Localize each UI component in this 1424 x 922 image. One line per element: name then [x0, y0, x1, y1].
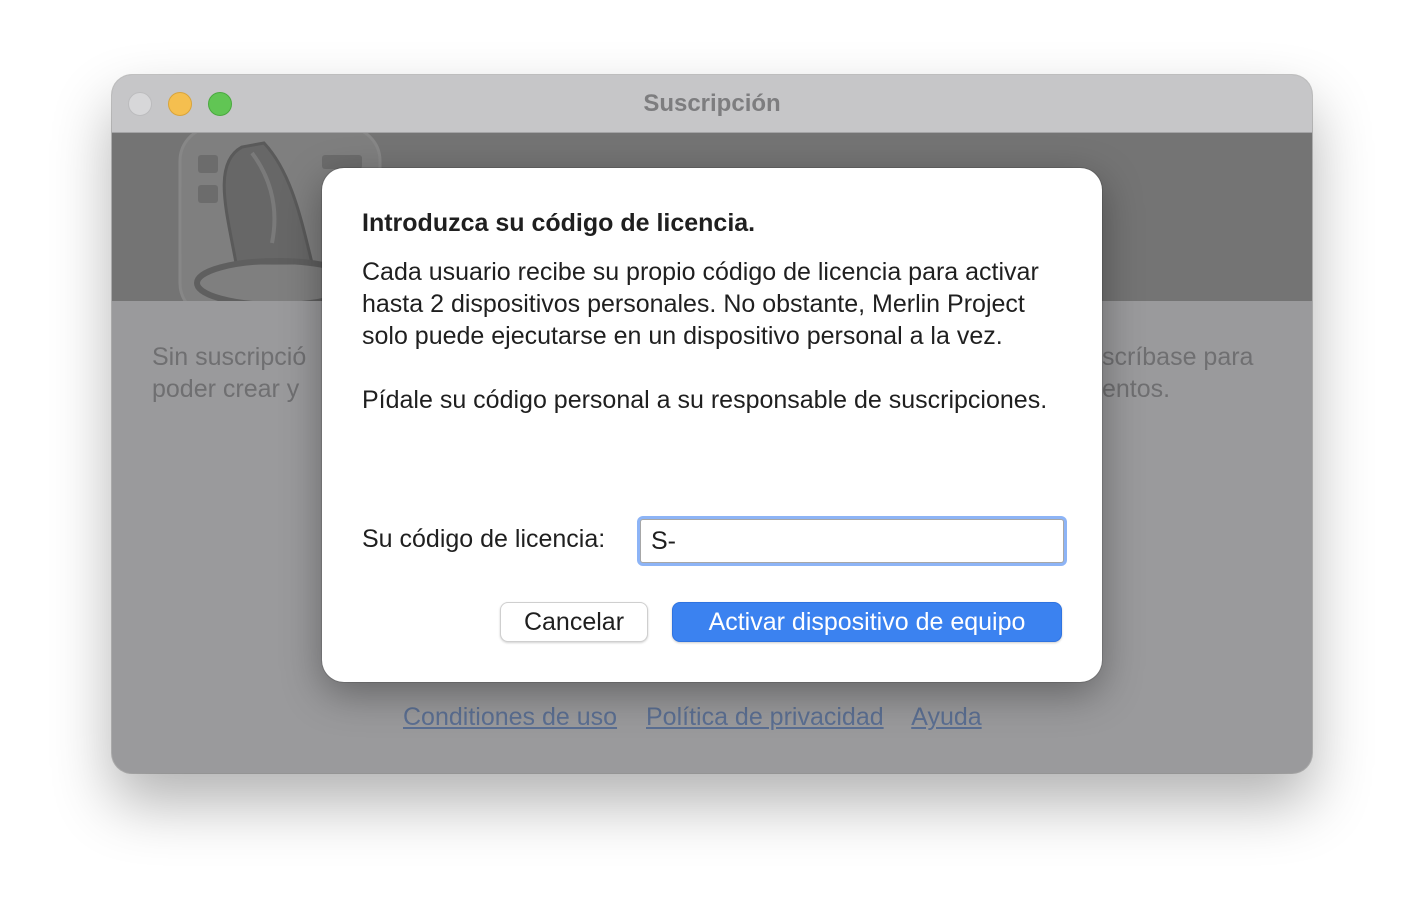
dialog-title: Introduzca su código de licencia.: [362, 209, 756, 237]
terms-link[interactable]: Conditiones de uso: [403, 703, 617, 731]
license-code-input[interactable]: [640, 519, 1064, 563]
cancel-button[interactable]: Cancelar: [500, 602, 648, 642]
dialog-paragraph-2: Pídale su código personal a su responsab…: [362, 386, 1048, 414]
dialog-body: Cada usuario recibe su propio código de …: [362, 256, 1052, 448]
footer-links: Conditiones de uso Política de privacida…: [403, 703, 1004, 732]
title-bar[interactable]: Suscripción: [112, 75, 1312, 133]
background-text-line: Sin suscripció: [152, 343, 307, 371]
privacy-link[interactable]: Política de privacidad: [646, 703, 884, 731]
background-text-line: poder crear y: [152, 375, 300, 403]
background-description-left: Sin suscripció poder crear y: [152, 341, 322, 405]
background-description-right: scríbase para entos.: [1102, 341, 1312, 405]
window-title: Suscripción: [643, 90, 781, 117]
background-text-line: entos.: [1102, 375, 1171, 403]
background-text-line: scríbase para: [1102, 343, 1254, 371]
license-field-label: Su código de licencia:: [362, 525, 606, 553]
dialog-paragraph-1: Cada usuario recibe su propio código de …: [362, 258, 1039, 350]
activate-device-button[interactable]: Activar dispositivo de equipo: [672, 602, 1062, 642]
help-link[interactable]: Ayuda: [911, 703, 981, 731]
license-dialog: Introduzca su código de licencia. Cada u…: [322, 168, 1102, 682]
